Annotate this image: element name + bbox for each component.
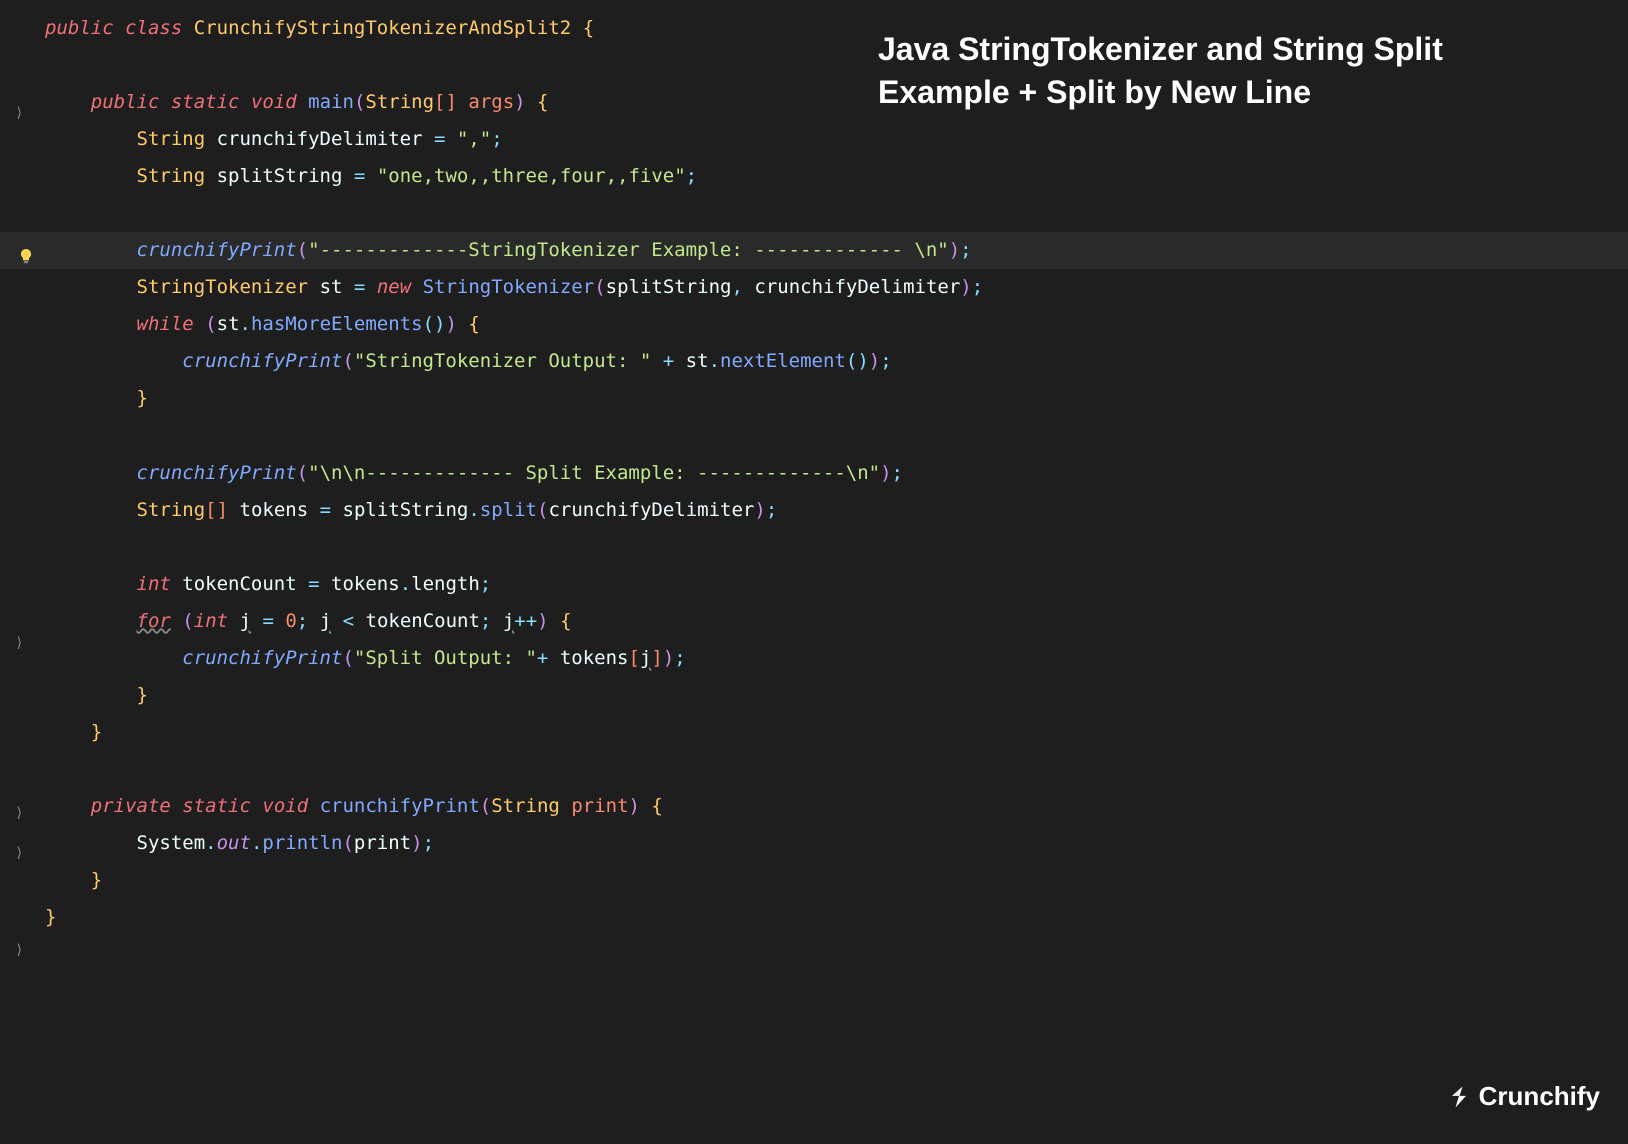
code-line[interactable]: private static void crunchifyPrint(Strin… (0, 788, 1628, 825)
code-line[interactable]: crunchifyPrint("StringTokenizer Output: … (0, 343, 1628, 380)
overlay-title: Java StringTokenizer and String Split Ex… (878, 28, 1578, 114)
brand-name: Crunchify (1479, 1071, 1600, 1122)
brand-watermark: Crunchify (1445, 1071, 1600, 1122)
code-line[interactable]: String crunchifyDelimiter = ","; (0, 121, 1628, 158)
code-line[interactable]: for (int j = 0; j < tokenCount; j++) { (0, 603, 1628, 640)
crunchify-logo-icon (1445, 1083, 1473, 1111)
code-line[interactable]: String splitString = "one,two,,three,fou… (0, 158, 1628, 195)
code-editor[interactable]: ⟩ ⟩ ⟩ ⟩ ⟩ public class CrunchifyStringTo… (0, 0, 1628, 946)
code-line[interactable]: crunchifyPrint("Split Output: "+ tokens[… (0, 640, 1628, 677)
fold-indicator-icon: ⟩ (15, 937, 23, 964)
code-line[interactable]: crunchifyPrint("\n\n------------- Split … (0, 455, 1628, 492)
code-line[interactable]: String[] tokens = splitString.split(crun… (0, 492, 1628, 529)
code-line[interactable]: System.out.println(print); (0, 825, 1628, 862)
code-line-highlighted[interactable]: crunchifyPrint("-------------StringToken… (0, 232, 1628, 269)
code-line[interactable]: StringTokenizer st = new StringTokenizer… (0, 269, 1628, 306)
code-line[interactable]: } (0, 380, 1628, 417)
code-line-blank[interactable] (0, 418, 1628, 455)
code-line[interactable]: } (0, 862, 1628, 899)
code-line[interactable]: } (0, 714, 1628, 751)
code-line[interactable]: } (0, 677, 1628, 714)
code-line[interactable]: int tokenCount = tokens.length; (0, 566, 1628, 603)
code-line[interactable]: while (st.hasMoreElements()) { (0, 306, 1628, 343)
fold-indicator-icon: ⟩ (15, 840, 23, 867)
fold-indicator-icon: ⟩ (15, 800, 23, 827)
code-line[interactable]: } (0, 899, 1628, 936)
code-line-blank[interactable] (0, 195, 1628, 232)
lightbulb-icon[interactable] (18, 240, 34, 256)
fold-indicator-icon: ⟩ (15, 630, 23, 657)
code-line-blank[interactable] (0, 529, 1628, 566)
fold-indicator-icon: ⟩ (15, 100, 23, 127)
gutter: ⟩ ⟩ ⟩ ⟩ ⟩ (0, 0, 40, 946)
code-line-blank[interactable] (0, 751, 1628, 788)
